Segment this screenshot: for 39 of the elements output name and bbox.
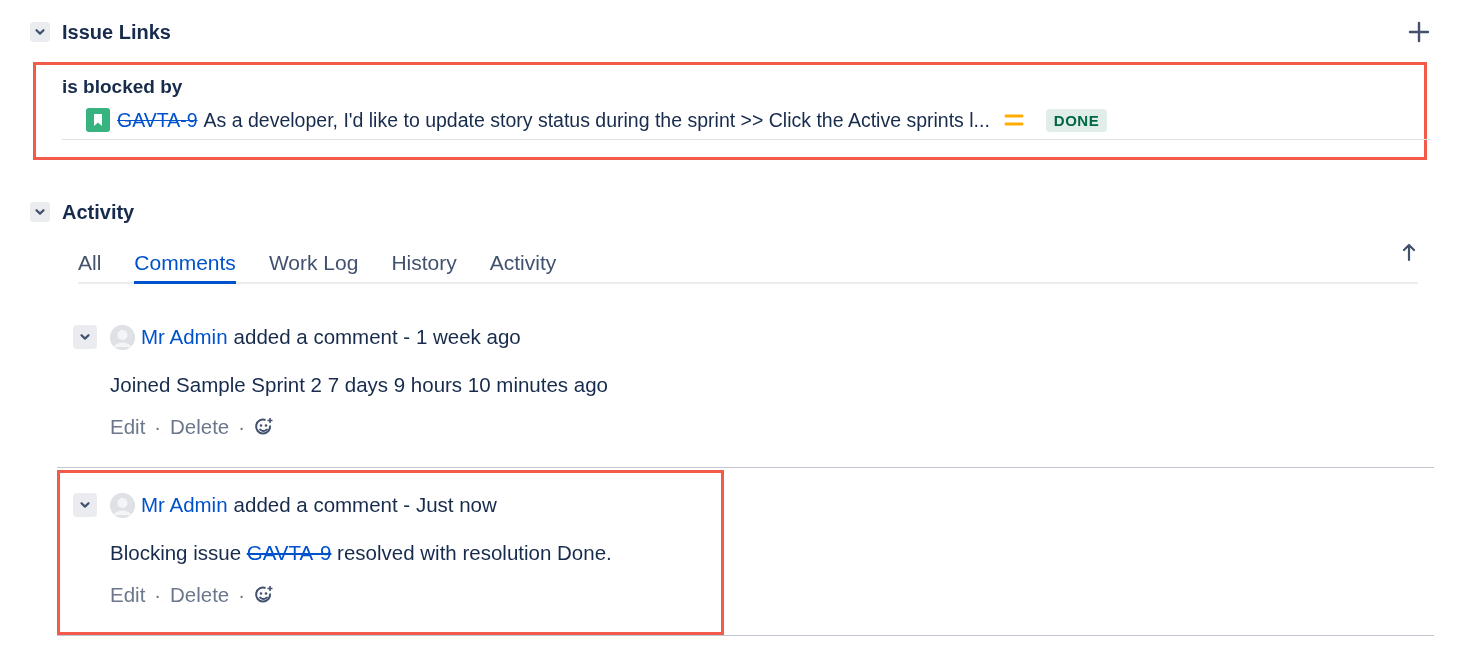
- separator-dot: ·: [238, 415, 245, 439]
- section-title: Issue Links: [62, 20, 172, 44]
- collapse-button[interactable]: [73, 325, 97, 349]
- status-lozenge: DONE: [1045, 108, 1108, 132]
- tab[interactable]: Comments: [134, 251, 236, 284]
- sort-arrow-icon[interactable]: [1402, 242, 1416, 262]
- collapse-button[interactable]: [30, 202, 50, 222]
- issue-link[interactable]: GAVTA-9: [117, 108, 198, 132]
- comment-meta: added a comment - 1 week ago: [233, 325, 521, 349]
- author-link[interactable]: Mr Admin: [141, 325, 228, 349]
- tab[interactable]: Activity: [489, 251, 557, 284]
- collapse-button[interactable]: [30, 22, 50, 42]
- emoji-reaction-icon[interactable]: [253, 585, 274, 605]
- add-icon[interactable]: [1408, 21, 1430, 43]
- link-type-label: is blocked by: [62, 75, 184, 99]
- emoji-reaction-icon[interactable]: [253, 417, 274, 437]
- comment-meta: added a comment - Just now: [233, 493, 497, 517]
- issue-summary: As a developer, I'd like to update story status during the sprint >> Click the Active sprints l...: [203, 108, 990, 132]
- separator-dot: ·: [154, 583, 161, 607]
- comment-action-link[interactable]: Edit: [110, 583, 146, 607]
- comment-text: Joined Sample Sprint 2 7 days 9 hours 10 minutes ago: [110, 372, 609, 398]
- comment-action-link[interactable]: Delete: [170, 583, 230, 607]
- issue-link[interactable]: GAVTA-9: [246, 541, 332, 564]
- chevron-icon: [34, 206, 46, 218]
- separator-dot: ·: [154, 415, 161, 439]
- chevron-icon: [79, 499, 91, 511]
- comment-action-link[interactable]: Edit: [110, 415, 146, 439]
- separator-dot: ·: [238, 583, 245, 607]
- tab[interactable]: History: [391, 251, 457, 284]
- comment-text: Blocking issue GAVTA-9 resolved with resolution Done.: [110, 540, 613, 566]
- collapse-button[interactable]: [73, 493, 97, 517]
- tab[interactable]: Work Log: [268, 251, 359, 284]
- comment-action-link[interactable]: Delete: [170, 415, 230, 439]
- bookmark-icon: [86, 108, 110, 132]
- chevron-icon: [79, 331, 91, 343]
- section-title: Activity: [62, 200, 136, 224]
- author-link[interactable]: Mr Admin: [141, 493, 228, 517]
- tab[interactable]: All: [78, 251, 102, 284]
- chevron-icon: [34, 26, 46, 38]
